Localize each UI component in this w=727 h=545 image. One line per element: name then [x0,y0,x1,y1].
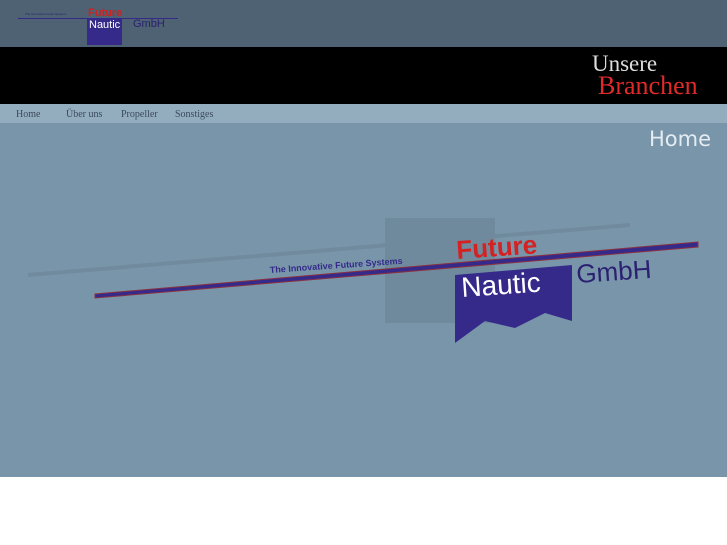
nav-bar: Home Über uns Propeller Sonstiges [0,104,727,123]
logo-future-3d: Future [455,229,538,265]
logo-gmbh-3d: GmbH [575,254,652,289]
header-bar: The Innovative Future Systems Future Nau… [0,0,727,47]
banner: Unsere Branchen [0,47,727,104]
banner-line2: Branchen [598,71,698,100]
header-logo[interactable]: The Innovative Future Systems Future Nau… [15,6,185,46]
logo-gmbh: GmbH [133,18,165,30]
main-content: Home Future Nautic GmbH The Innovative F… [0,123,727,477]
nav-sonstiges[interactable]: Sonstiges [175,109,213,120]
logo-nautic-3d: Nautic [460,267,541,303]
logo-future: Future [88,7,123,19]
nav-ueber-uns[interactable]: Über uns [66,109,102,120]
logo-tagline: The Innovative Future Systems [25,12,67,16]
nav-propeller[interactable]: Propeller [121,109,158,120]
company-logo-3d: Future Nautic GmbH The Innovative Future… [28,218,699,343]
nav-home[interactable]: Home [16,109,40,120]
logo-nautic: Nautic [87,19,123,45]
